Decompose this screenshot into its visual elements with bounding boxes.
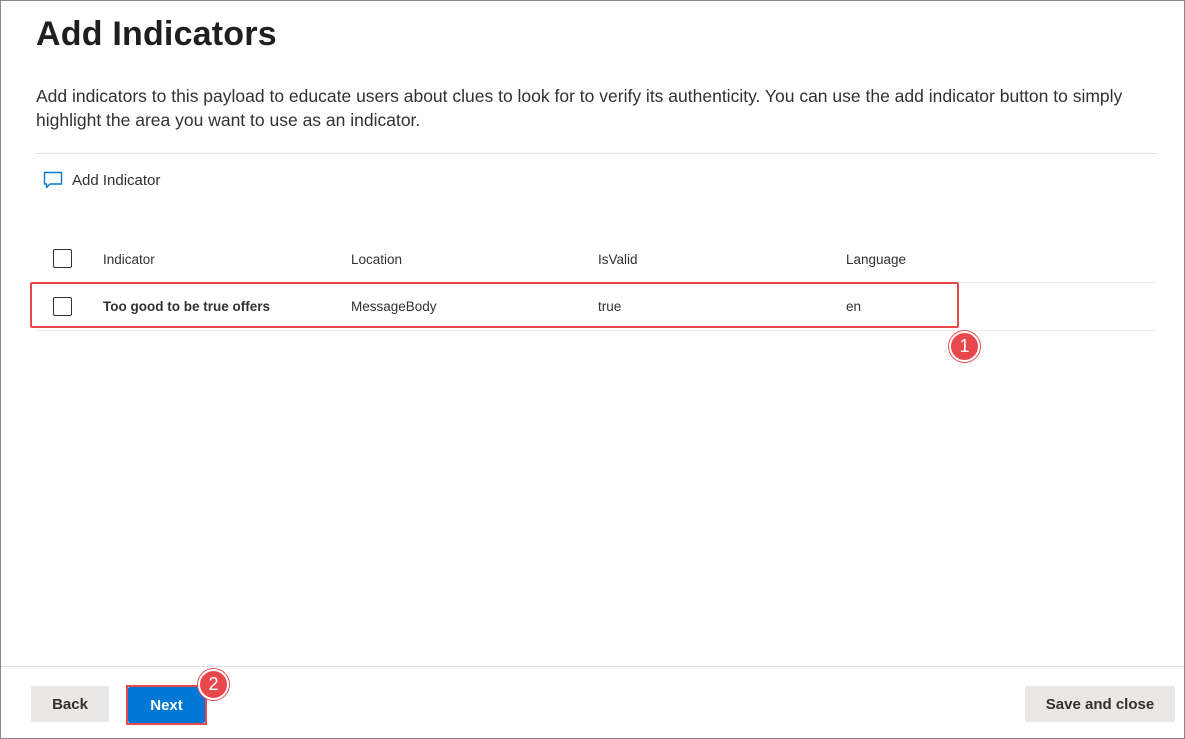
footer-divider xyxy=(1,666,1184,667)
page-title: Add Indicators xyxy=(36,15,277,53)
next-highlight-annotation xyxy=(126,685,207,725)
select-all-checkbox[interactable] xyxy=(53,249,72,268)
add-indicator-button[interactable]: Add Indicator xyxy=(42,166,160,194)
save-and-close-button[interactable]: Save and close xyxy=(1025,686,1175,722)
step-badge-1: 1 xyxy=(949,331,980,362)
table-header-row: Indicator Location IsValid Language xyxy=(36,236,1157,283)
step-badge-2: 2 xyxy=(198,669,229,700)
divider xyxy=(36,153,1157,154)
column-header-location[interactable]: Location xyxy=(351,236,402,282)
column-header-language[interactable]: Language xyxy=(846,236,906,282)
back-button[interactable]: Back xyxy=(31,686,109,722)
comment-icon xyxy=(43,171,63,189)
column-header-isvalid[interactable]: IsValid xyxy=(598,236,638,282)
row-highlight-annotation xyxy=(30,282,959,328)
column-header-indicator[interactable]: Indicator xyxy=(103,236,155,282)
add-indicator-label: Add Indicator xyxy=(72,171,161,189)
page-description: Add indicators to this payload to educat… xyxy=(36,86,1123,130)
